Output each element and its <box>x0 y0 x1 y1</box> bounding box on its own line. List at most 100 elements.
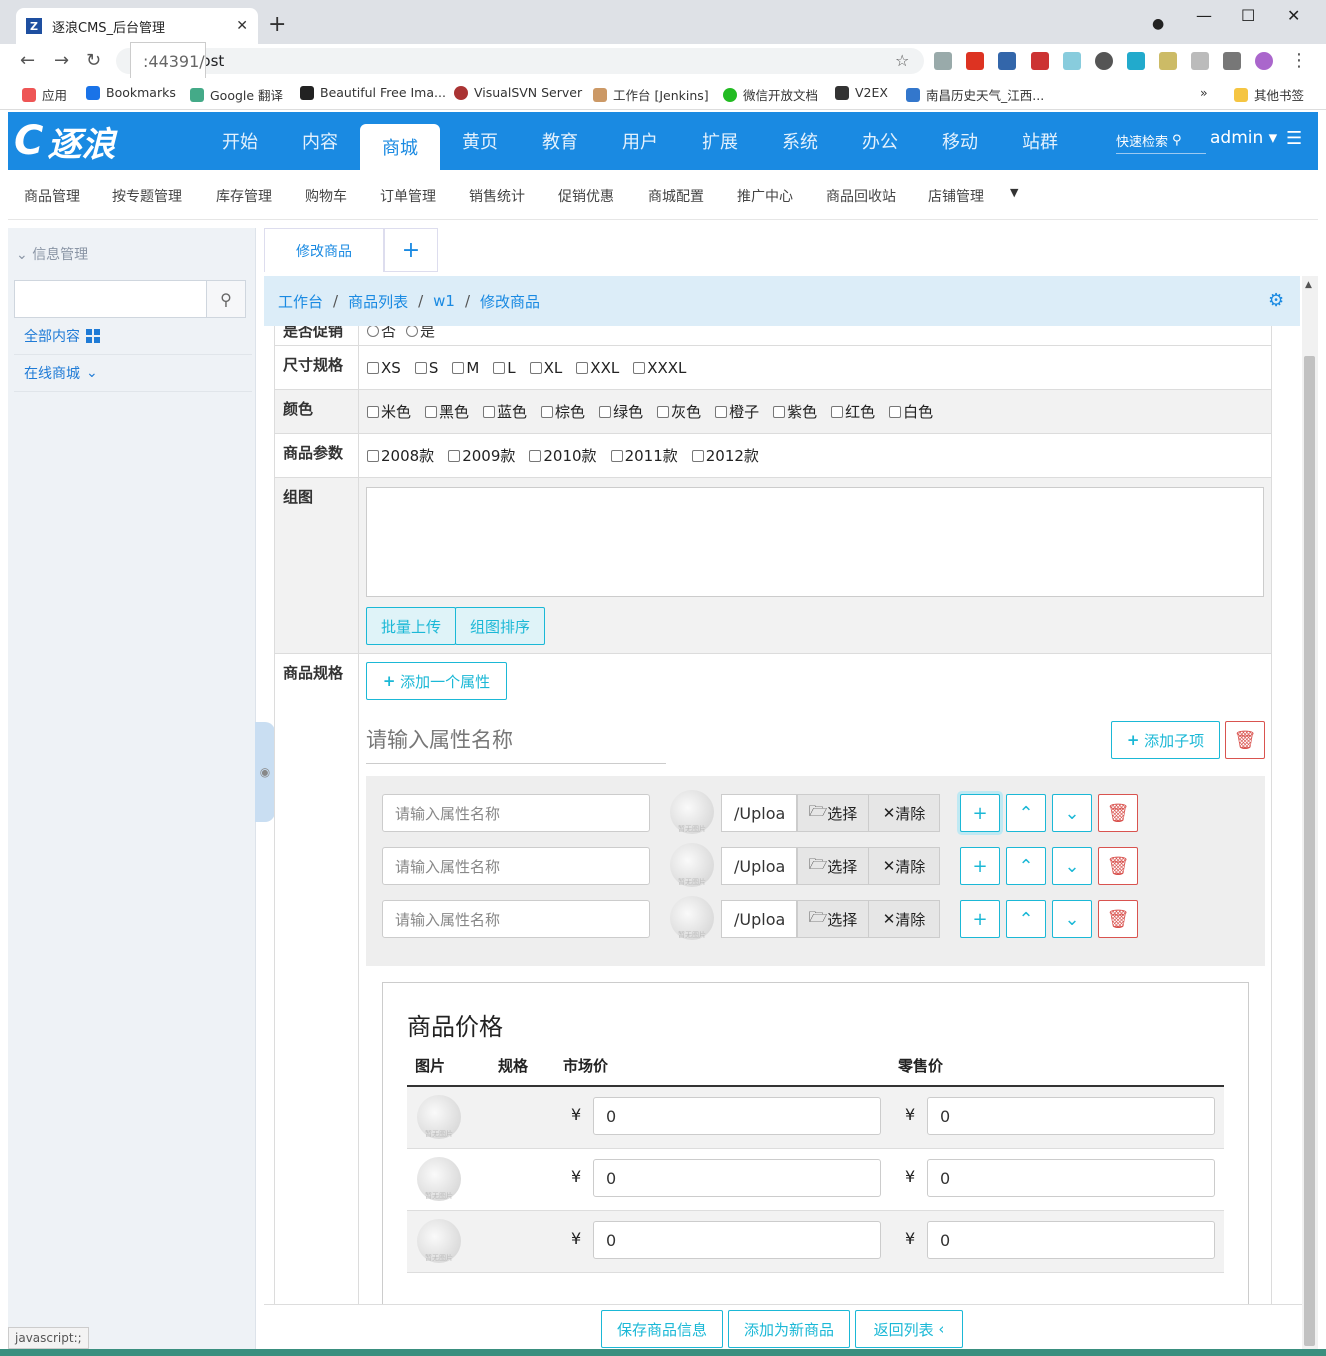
retail-price-input[interactable]: 0 <box>927 1159 1215 1197</box>
forward-icon[interactable]: → <box>54 50 69 71</box>
checkbox-option[interactable]: 米色 <box>367 401 411 422</box>
bookmark-apps[interactable]: 应用 <box>22 85 67 104</box>
checkbox-box[interactable] <box>541 405 554 418</box>
submenu-store[interactable]: 店铺管理 <box>928 186 984 206</box>
submenu-topic[interactable]: 按专题管理 <box>112 186 182 206</box>
close-tab-icon[interactable]: ✕ <box>236 18 248 34</box>
checkbox-option[interactable]: 灰色 <box>657 401 701 422</box>
upload-path-field[interactable]: /Uploa <box>721 900 797 938</box>
submenu-goods[interactable]: 商品管理 <box>24 186 80 206</box>
radio-yes[interactable]: 是 <box>406 326 435 341</box>
checkbox-option[interactable]: 2012款 <box>691 445 759 466</box>
sidebar-item-all[interactable]: 全部内容 <box>14 318 252 355</box>
checkbox-box[interactable] <box>367 361 379 374</box>
extension-icon[interactable] <box>1159 52 1177 70</box>
url-field[interactable]: 🔒 localhost:44391/admin/Default <box>116 42 924 80</box>
extension-icon[interactable] <box>1063 52 1081 70</box>
choose-button[interactable]: 🗁 选择 <box>797 794 869 832</box>
scrollbar-thumb[interactable] <box>1304 356 1315 1346</box>
submenu-config[interactable]: 商城配置 <box>648 186 704 206</box>
submenu-promote[interactable]: 推广中心 <box>737 186 793 206</box>
sidebar-toggle-handle[interactable]: ◉ <box>255 722 275 822</box>
checkbox-box[interactable] <box>414 361 427 374</box>
menu-shop[interactable]: 商城 <box>360 124 440 170</box>
avatar[interactable] <box>1255 52 1273 70</box>
attribute-value-input[interactable]: 请输入属性名称 <box>382 847 650 885</box>
extension-icon[interactable] <box>1191 52 1209 70</box>
delete-item-trash-icon[interactable]: 🗑 <box>1098 847 1138 885</box>
checkbox-box[interactable] <box>889 405 902 418</box>
checkbox-option[interactable]: XXL <box>576 359 619 377</box>
market-price-input[interactable]: 0 <box>593 1097 881 1135</box>
submenu-recycle[interactable]: 商品回收站 <box>826 186 896 206</box>
browser-tab[interactable]: Z 逐浪CMS_后台管理 ✕ <box>16 8 258 44</box>
extension-icon[interactable] <box>1095 52 1113 70</box>
checkbox-option[interactable]: 紫色 <box>773 401 817 422</box>
clear-button[interactable]: ✕ 清除 <box>868 794 940 832</box>
market-price-input[interactable]: 0 <box>593 1221 881 1259</box>
checkbox-option[interactable]: 白色 <box>889 401 933 422</box>
checkbox-box[interactable] <box>448 449 461 462</box>
sidebar-header[interactable]: ⌄ 信息管理 <box>16 244 88 264</box>
bookmark-other[interactable]: 其他书签 <box>1234 85 1304 104</box>
checkbox-box[interactable] <box>529 449 542 462</box>
hamburger-icon[interactable]: ☰ <box>1286 128 1302 149</box>
bookmark-free-images[interactable]: Beautiful Free Ima... <box>300 85 446 100</box>
bookmark-star-icon[interactable]: ☆ <box>895 51 909 70</box>
reload-icon[interactable]: ↻ <box>86 50 101 71</box>
user-menu[interactable]: admin ▾ <box>1210 128 1277 148</box>
checkbox-box[interactable] <box>715 405 728 418</box>
extension-icon[interactable] <box>998 52 1016 70</box>
add-item-plus-icon[interactable]: + <box>960 794 1000 832</box>
maximize-icon[interactable]: ☐ <box>1241 6 1255 25</box>
gallery-textarea[interactable] <box>366 487 1264 597</box>
back-icon[interactable]: ← <box>20 50 35 71</box>
menu-extend[interactable]: 扩展 <box>680 112 760 170</box>
checkbox-option[interactable]: 2010款 <box>529 445 597 466</box>
checkbox-option[interactable]: XS <box>367 359 401 377</box>
tab-edit-goods[interactable]: 修改商品 <box>264 228 384 272</box>
bookmark-v2ex[interactable]: V2EX <box>835 85 888 100</box>
gallery-sort-button[interactable]: 组图排序 <box>455 607 545 645</box>
sidebar-search-button[interactable]: ⚲ <box>206 280 246 318</box>
upload-path-field[interactable]: /Uploa <box>721 794 797 832</box>
sidebar-item-shop[interactable]: 在线商城 ⌄ <box>14 355 252 392</box>
submenu-stock[interactable]: 库存管理 <box>216 186 272 206</box>
checkbox-option[interactable]: 2011款 <box>610 445 678 466</box>
extension-icon[interactable] <box>1127 52 1145 70</box>
menu-mobile[interactable]: 移动 <box>920 112 1000 170</box>
add-new-button[interactable]: 添加为新商品 <box>728 1310 850 1348</box>
submenu-sales[interactable]: 销售统计 <box>469 186 525 206</box>
pdf-extension-icon[interactable] <box>966 52 984 70</box>
checkbox-box[interactable] <box>773 405 786 418</box>
checkbox-box[interactable] <box>367 405 379 418</box>
attribute-value-input[interactable]: 请输入属性名称 <box>382 900 650 938</box>
bookmark-wechat[interactable]: 微信开放文档 <box>723 85 818 104</box>
add-child-button[interactable]: + 添加子项 <box>1111 721 1220 759</box>
checkbox-option[interactable]: 蓝色 <box>483 401 527 422</box>
move-down-icon[interactable]: ⌄ <box>1052 847 1092 885</box>
add-attribute-button[interactable]: + 添加一个属性 <box>366 662 507 700</box>
scroll-up-icon[interactable]: ▲ <box>1305 280 1312 290</box>
bookmark-weather[interactable]: 南昌历史天气_江西... <box>906 85 1044 104</box>
menu-education[interactable]: 教育 <box>520 112 600 170</box>
menu-start[interactable]: 开始 <box>200 112 280 170</box>
bookmark-google-translate[interactable]: Google 翻译 <box>190 85 283 104</box>
delete-item-trash-icon[interactable]: 🗑 <box>1098 900 1138 938</box>
checkbox-option[interactable]: M <box>452 359 479 377</box>
checkbox-box[interactable] <box>493 361 506 374</box>
submenu-cart[interactable]: 购物车 <box>305 186 347 206</box>
menu-system[interactable]: 系统 <box>760 112 840 170</box>
checkbox-option[interactable]: L <box>493 359 516 377</box>
menu-sites[interactable]: 站群 <box>1000 112 1080 170</box>
checkbox-box[interactable] <box>599 405 612 418</box>
back-button[interactable]: 返回列表 ‹ <box>855 1310 963 1348</box>
batch-upload-button[interactable]: 批量上传 <box>366 607 456 645</box>
checkbox-box[interactable] <box>529 361 542 374</box>
puzzle-icon[interactable] <box>1223 52 1241 70</box>
checkbox-box[interactable] <box>483 405 496 418</box>
menu-office[interactable]: 办公 <box>840 112 920 170</box>
close-window-icon[interactable]: ✕ <box>1287 6 1300 25</box>
move-up-icon[interactable]: ⌃ <box>1006 900 1046 938</box>
checkbox-box[interactable] <box>367 449 379 462</box>
